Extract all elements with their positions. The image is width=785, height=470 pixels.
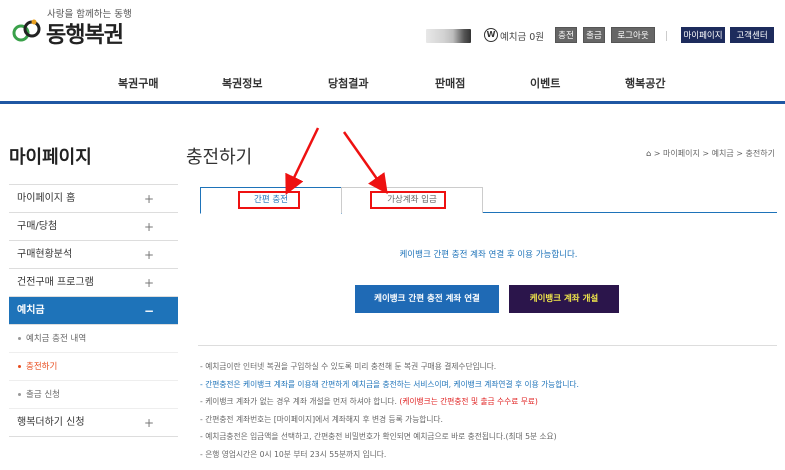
notice-item: - 케이뱅크 계좌가 없는 경우 계좌 개설을 먼저 하셔야 합니다. (케이뱅… bbox=[200, 393, 780, 411]
breadcrumb-item[interactable]: 마이페이지 bbox=[663, 149, 700, 158]
expand-icon: + bbox=[143, 192, 154, 206]
breadcrumb-separator: > bbox=[653, 149, 661, 158]
sidebar-item-label: 구매현황분석 bbox=[17, 249, 73, 260]
nav-results[interactable]: 당첨결과 bbox=[328, 75, 368, 91]
collapse-icon: − bbox=[143, 304, 154, 318]
sidebar-item-label: 건전구매 프로그램 bbox=[17, 277, 94, 288]
sidebar-item-purchase-win[interactable]: 구매/당첨 + bbox=[9, 213, 178, 241]
home-icon[interactable]: ⌂ bbox=[646, 149, 651, 158]
sidebar-item-label: 구매/당첨 bbox=[17, 221, 58, 232]
won-icon: W bbox=[484, 28, 498, 42]
user-name-blurred bbox=[426, 29, 471, 43]
logout-button[interactable]: 로그아웃 bbox=[611, 27, 655, 43]
sidebar-subitem-label: 충전하기 bbox=[26, 362, 58, 372]
nav-lotto-info[interactable]: 복권정보 bbox=[222, 75, 262, 91]
notice-item: - 은행 영업시간은 0시 10분 부터 23시 55분까지 입니다. bbox=[200, 449, 387, 459]
notice-item: - 예치금이란 인터넷 복권을 구입하실 수 있도록 미리 충전해 둔 복권 구… bbox=[200, 362, 497, 371]
sidebar-subitem-label: 출금 신청 bbox=[26, 390, 60, 400]
kbank-link-button[interactable]: 케이뱅크 간편 충전 계좌 연결 bbox=[355, 285, 499, 313]
nav-events[interactable]: 이벤트 bbox=[530, 75, 560, 91]
deposit-balance: 예치금 0원 bbox=[500, 32, 545, 43]
notice-item: - 간편충전 계좌번호는 [마이페이지]에서 계좌해지 후 변경 등록 가능합니… bbox=[200, 414, 443, 424]
nav-happy-space[interactable]: 행복공간 bbox=[625, 75, 665, 91]
link-notice: 케이뱅크 간편 충전 계좌 연결 후 이용 가능합니다. bbox=[399, 250, 578, 260]
sidebar-title: 마이페이지 bbox=[9, 147, 92, 168]
nav-lotto-buy[interactable]: 복권구매 bbox=[118, 75, 158, 91]
expand-icon: + bbox=[143, 416, 154, 430]
notice-item: - 간편충전은 케이뱅크 계좌를 이용해 간편하게 예치금을 충전하는 서비스이… bbox=[200, 379, 579, 389]
bullet-icon bbox=[18, 365, 21, 368]
logo-name: 동행복권 bbox=[46, 23, 124, 48]
breadcrumb-separator: > bbox=[702, 149, 710, 158]
breadcrumb: ⌂ > 마이페이지 > 예치금 > 충전하기 bbox=[646, 148, 775, 159]
sidebar-subitem-charge[interactable]: 충전하기 bbox=[9, 353, 178, 381]
mypage-button[interactable]: 마이페이지 bbox=[681, 27, 725, 43]
bullet-icon bbox=[18, 393, 21, 396]
sidebar-subitem-label: 예치금 충전 내역 bbox=[26, 334, 87, 344]
breadcrumb-item: 충전하기 bbox=[745, 149, 775, 158]
expand-icon: + bbox=[143, 248, 154, 262]
sidebar-item-label: 마이페이지 홈 bbox=[17, 193, 76, 204]
sidebar-item-deposit[interactable]: 예치금 − bbox=[9, 297, 178, 325]
sidebar-item-label: 행복더하기 신청 bbox=[17, 417, 85, 428]
support-button[interactable]: 고객센터 bbox=[730, 27, 774, 43]
bullet-icon bbox=[18, 337, 21, 340]
expand-icon: + bbox=[143, 220, 154, 234]
top-divider bbox=[666, 31, 667, 41]
notice-list: - 예치금이란 인터넷 복권을 구입하실 수 있도록 미리 충전해 둔 복권 구… bbox=[200, 358, 780, 463]
sidebar-item-label: 예치금 bbox=[17, 305, 45, 316]
breadcrumb-separator: > bbox=[736, 149, 743, 158]
sidebar-menu: 마이페이지 홈 + 구매/당첨 + 구매현황분석 + 건전구매 프로그램 + 예… bbox=[9, 184, 178, 437]
page-title: 충전하기 bbox=[186, 147, 253, 168]
arrow-to-easy-charge bbox=[285, 127, 320, 196]
notice-highlight: (케이뱅크는 간편충전 및 출금 수수료 무료) bbox=[399, 397, 538, 406]
sidebar-item-happy-plus[interactable]: 행복더하기 신청 + bbox=[9, 409, 178, 437]
charge-button[interactable]: 충전 bbox=[555, 27, 577, 43]
main-navigation: 복권구매 복권정보 당첨결과 판매점 이벤트 행복공간 bbox=[0, 58, 785, 104]
nav-stores[interactable]: 판매점 bbox=[435, 75, 465, 91]
sidebar-subitem-withdraw-request[interactable]: 출금 신청 bbox=[9, 381, 178, 409]
sidebar-item-healthy-program[interactable]: 건전구매 프로그램 + bbox=[9, 269, 178, 297]
kbank-open-account-button[interactable]: 케이뱅크 계좌 개설 bbox=[509, 285, 619, 313]
header: 사랑을 함께하는 동행 동행복권 W 예치금 0원 충전 출금 로그아웃 마이페… bbox=[0, 0, 785, 58]
expand-icon: + bbox=[143, 276, 154, 290]
notice-text: - 케이뱅크 계좌가 없는 경우 계좌 개설을 먼저 하셔야 합니다. bbox=[200, 397, 400, 406]
sidebar-item-mypage-home[interactable]: 마이페이지 홈 + bbox=[9, 185, 178, 213]
divider bbox=[198, 345, 777, 346]
annotation-box bbox=[238, 191, 300, 209]
notice-item: - 예치금충전은 입금액을 선택하고, 간편충전 비밀번호가 확인되면 예치금으… bbox=[200, 432, 557, 441]
arrow-to-virtual-account bbox=[342, 131, 388, 195]
withdraw-button[interactable]: 출금 bbox=[583, 27, 605, 43]
breadcrumb-item[interactable]: 예치금 bbox=[712, 149, 734, 158]
sidebar-item-purchase-analysis[interactable]: 구매현황분석 + bbox=[9, 241, 178, 269]
sidebar-subitem-deposit-history[interactable]: 예치금 충전 내역 bbox=[9, 325, 178, 353]
logo-mark-icon bbox=[12, 19, 41, 42]
annotation-box bbox=[370, 191, 446, 209]
